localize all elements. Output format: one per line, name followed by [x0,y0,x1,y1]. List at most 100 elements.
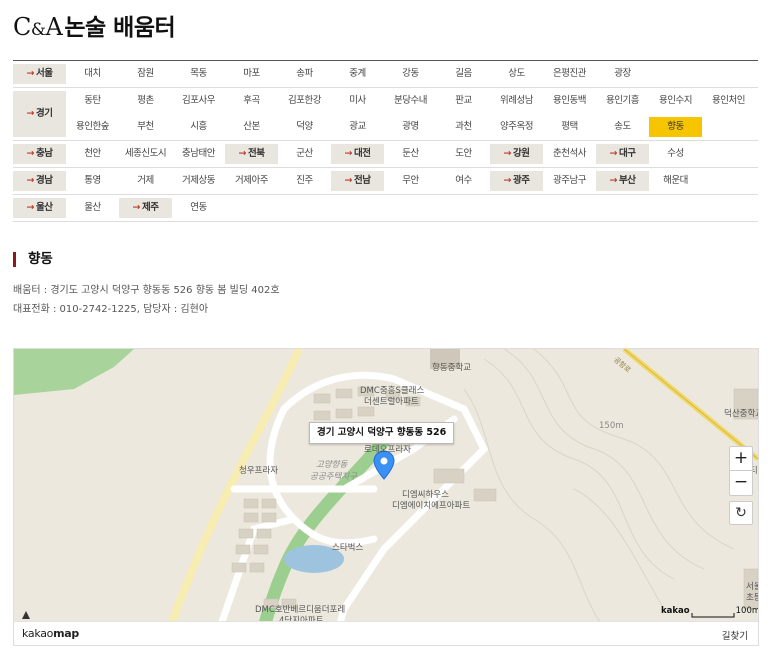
branch-item[interactable]: 둔산 [384,144,437,164]
scale-value: 100m [735,606,759,616]
region-head-button[interactable]: → 서울 [13,64,66,84]
map-label-apt1-a: DMC중흥S클래스 [360,386,425,396]
region-head: → 충남 [13,141,66,167]
branch-item[interactable]: 길음 [437,64,490,84]
map-label-school: 향동중학교 [432,363,472,373]
branch-item[interactable]: 연동 [172,198,225,218]
branch-item[interactable]: 해운대 [649,171,702,191]
branch-item[interactable]: 김포한강 [278,91,331,111]
arrow-icon: → [344,175,353,186]
branch-item[interactable]: 중계 [331,64,384,84]
branch-item[interactable]: 잠원 [119,64,172,84]
branch-item[interactable]: 무안 [384,171,437,191]
branch-item[interactable]: 덕양 [278,117,331,137]
route-link[interactable]: 길찾기 [722,628,748,642]
region-row: → 충남 천안 세종신도시 충남태안 → 전북 군산 → 대전 둔산 도안 → 강원 춘천석사 → 대구 수성 [13,141,758,168]
region-head-button[interactable]: → 부산 [596,171,649,191]
arrow-icon: → [503,148,512,159]
region-head-button[interactable]: → 전북 [225,144,278,164]
region-head-label: 울산 [35,202,53,213]
branch-item[interactable]: 강동 [384,64,437,84]
region-head-button[interactable]: → 울산 [13,198,66,218]
zoom-in-button[interactable]: + [730,447,752,471]
branch-list: 대치 잠원 목동 마포 송파 중계 강동 길음 상도 은평진관 광장 [66,61,758,87]
branch-item[interactable]: 춘천석사 [543,144,596,164]
branch-item[interactable]: 광장 [596,64,649,84]
branch-item[interactable]: 통영 [66,171,119,191]
branch-item[interactable]: 광명 [384,117,437,137]
branch-item[interactable]: 상도 [490,64,543,84]
kakao-map[interactable]: 향동중학교 DMC중흥S클래스 더센트럴아파트 로데오프라자 청우프라자 고양향… [13,348,759,646]
branch-item[interactable]: 여수 [437,171,490,191]
zoom-out-button[interactable]: − [730,471,752,494]
region-head-label: 대구 [618,148,636,159]
branch-item[interactable]: 동탄 [66,91,119,111]
branch-item[interactable]: 충남태안 [172,144,225,164]
region-head-button[interactable]: → 강원 [490,144,543,164]
branch-item[interactable]: 마포 [225,64,278,84]
branch-item[interactable]: 위례성남 [490,91,543,111]
branch-item[interactable]: 양주옥정 [490,117,543,137]
branch-item[interactable]: 세종신도시 [119,144,172,164]
branch-item[interactable]: 산본 [225,117,278,137]
arrow-icon: → [609,148,618,159]
branch-item[interactable]: 천안 [66,144,119,164]
region-head-button[interactable]: → 전남 [331,171,384,191]
branch-item[interactable]: 평촌 [119,91,172,111]
arrow-icon: → [26,175,35,186]
branch-item[interactable]: 수성 [649,144,702,164]
scale-indicator: kakao 100m [661,606,759,616]
branch-item[interactable]: 미사 [331,91,384,111]
branch-item[interactable]: 거제상동 [172,171,225,191]
arrow-icon: → [609,175,618,186]
branch-item-selected[interactable]: 향동 [649,117,702,137]
branch-info: 배움터 : 경기도 고양시 덕양구 향동동 526 향동 봄 빌딩 402호 대… [13,281,280,319]
branch-item[interactable]: 판교 [437,91,490,111]
branch-item[interactable]: 울산 [66,198,119,218]
branch-item[interactable]: 목동 [172,64,225,84]
branch-item[interactable]: 거제아주 [225,171,278,191]
region-head-button[interactable]: → 경기 [13,91,66,137]
branch-item[interactable]: 김포사우 [172,91,225,111]
region-head: → 서울 [13,61,66,87]
branch-list: 울산 → 제주 연동 [66,195,758,221]
branch-item[interactable]: 은평진관 [543,64,596,84]
branch-item[interactable]: 용인한숲 [66,117,119,137]
arrow-icon: → [344,148,353,159]
reset-map-button[interactable]: ↻ [729,501,753,525]
kakaomap-logo[interactable]: kakaomap [22,627,79,640]
branch-item[interactable]: 거제 [119,171,172,191]
branch-item[interactable]: 분당수내 [384,91,437,111]
branch-item[interactable]: 광주남구 [543,171,596,191]
region-head-button[interactable]: → 충남 [13,144,66,164]
branch-item[interactable]: 대치 [66,64,119,84]
branch-item[interactable]: 부천 [119,117,172,137]
branch-list: 통영 거제 거제상동 거제아주 진주 → 전남 무안 여수 → 광주 광주남구 → 부산 해운대 [66,168,758,194]
branch-item[interactable]: 용인기흥 [596,91,649,111]
region-head-button[interactable]: → 광주 [490,171,543,191]
arrow-icon: → [26,202,35,213]
region-head-button[interactable]: → 대전 [331,144,384,164]
branch-item[interactable]: 시흥 [172,117,225,137]
branch-item[interactable]: 용인수지 [649,91,702,111]
region-head-button[interactable]: → 경남 [13,171,66,191]
region-table: → 서울 대치 잠원 목동 마포 송파 중계 강동 길음 상도 은평진관 광장 → 경기 동탄 평촌 김포사우 후곡… [13,60,758,222]
title-a: A [45,13,63,41]
branch-item[interactable]: 송도 [596,117,649,137]
branch-item[interactable]: 평택 [543,117,596,137]
branch-item[interactable]: 송파 [278,64,331,84]
region-row: → 경남 통영 거제 거제상동 거제아주 진주 → 전남 무안 여수 → 광주 광주남구 → 부산 해운대 [13,168,758,195]
branch-item[interactable]: 과천 [437,117,490,137]
branch-item[interactable]: 광교 [331,117,384,137]
branch-item[interactable]: 진주 [278,171,331,191]
branch-item[interactable]: 도안 [437,144,490,164]
branch-item[interactable]: 후곡 [225,91,278,111]
map-label-goyang-b: 공공주택지구 [310,472,357,482]
branch-item[interactable]: 군산 [278,144,331,164]
branch-item[interactable]: 용인동백 [543,91,596,111]
arrow-icon: → [26,108,35,119]
branch-list: 천안 세종신도시 충남태안 → 전북 군산 → 대전 둔산 도안 → 강원 춘천석사 → 대구 수성 [66,141,758,167]
branch-item[interactable]: 용인처인 [702,91,755,111]
region-head-button[interactable]: → 제주 [119,198,172,218]
region-head-button[interactable]: → 대구 [596,144,649,164]
